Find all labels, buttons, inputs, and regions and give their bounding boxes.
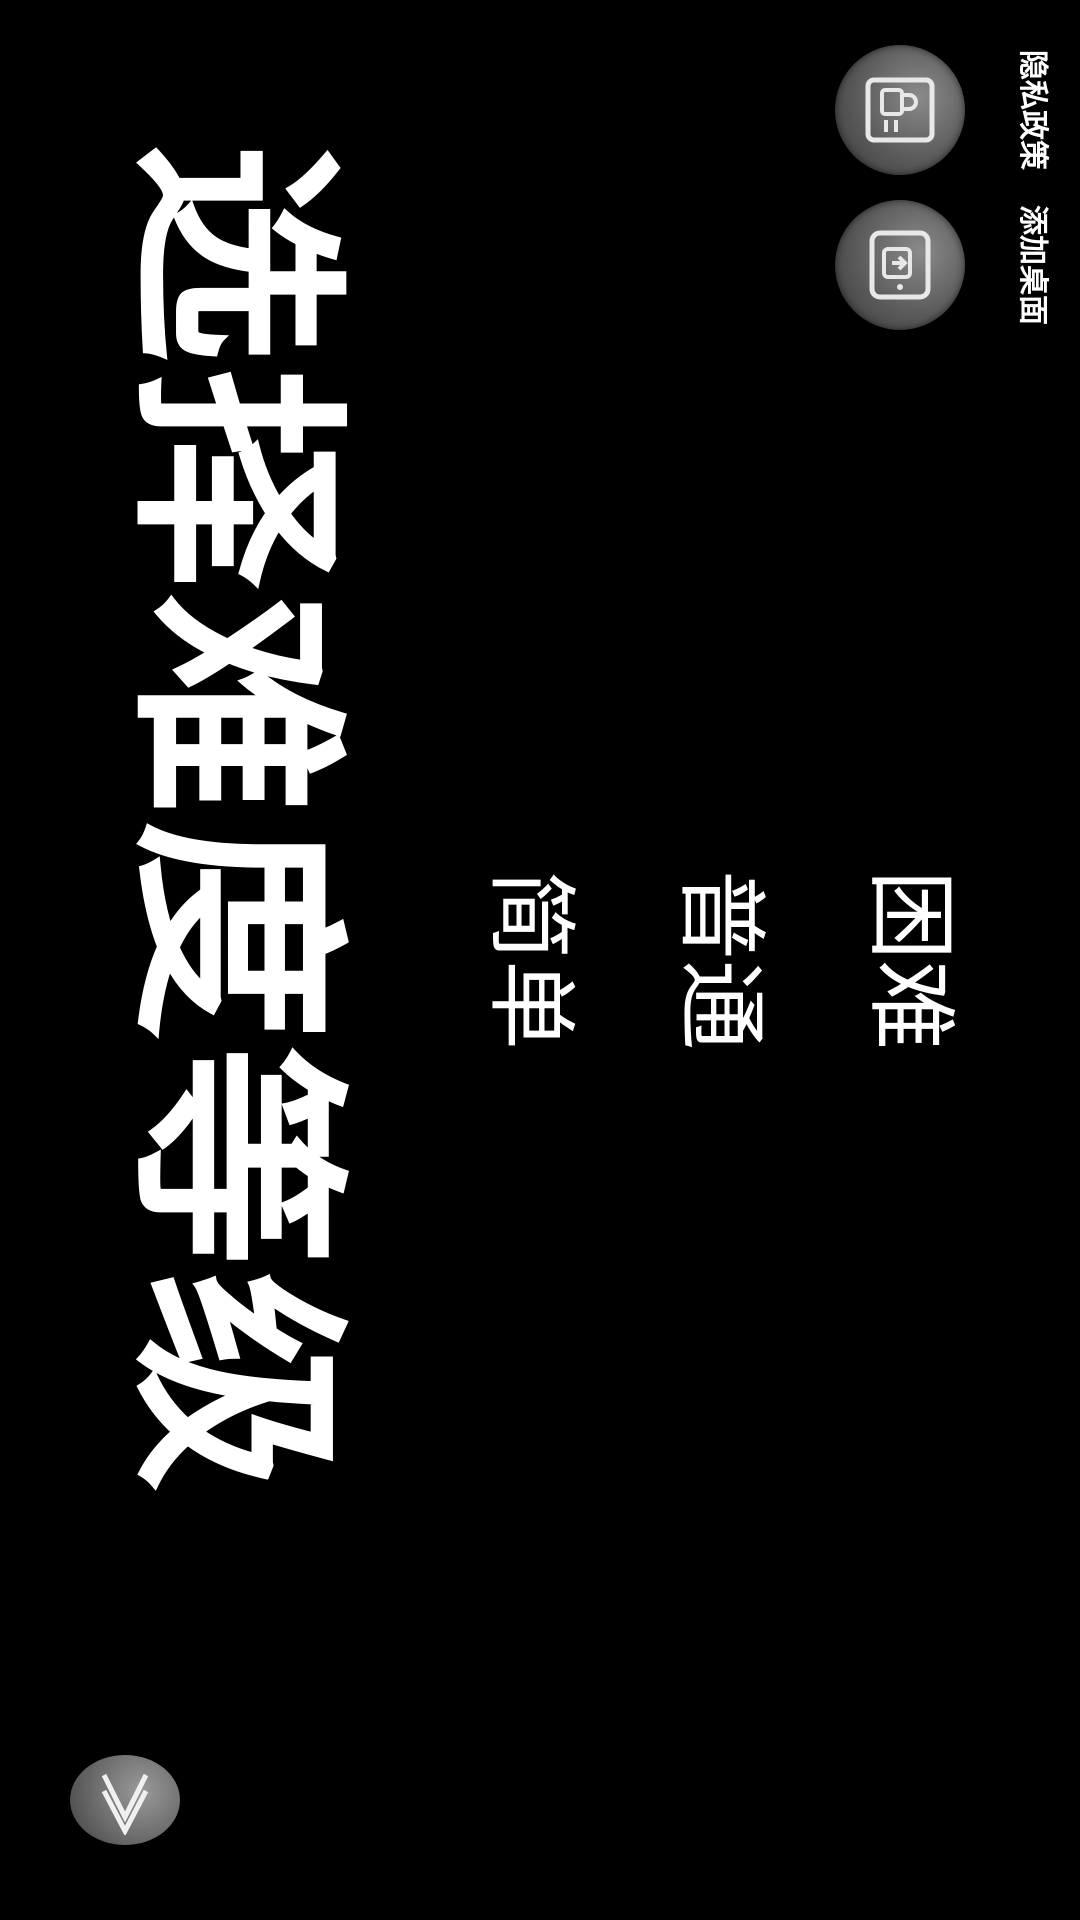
page-title: 选择难度等级 — [107, 141, 363, 1498]
privacy-policy-label: 隐私政策 — [1015, 50, 1050, 170]
game-screen: 选择难度等级 简单 普通 困难 隐私政策 添加桌面 — [0, 0, 1080, 1920]
add-to-desktop-label: 添加桌面 — [1015, 205, 1050, 325]
collapse-button[interactable] — [70, 1755, 180, 1845]
double-chevron-icon — [101, 1773, 149, 1835]
easy-button[interactable]: 简单 — [475, 870, 585, 1050]
privacy-policy-button[interactable] — [835, 45, 965, 175]
normal-button[interactable]: 普通 — [665, 870, 775, 1050]
hard-button[interactable]: 困难 — [855, 870, 965, 1050]
lock-document-icon — [865, 77, 935, 143]
add-to-desktop-icon — [869, 230, 931, 300]
add-to-desktop-button[interactable] — [835, 200, 965, 330]
rotated-layer: 选择难度等级 简单 普通 困难 隐私政策 添加桌面 — [0, 0, 1080, 1920]
